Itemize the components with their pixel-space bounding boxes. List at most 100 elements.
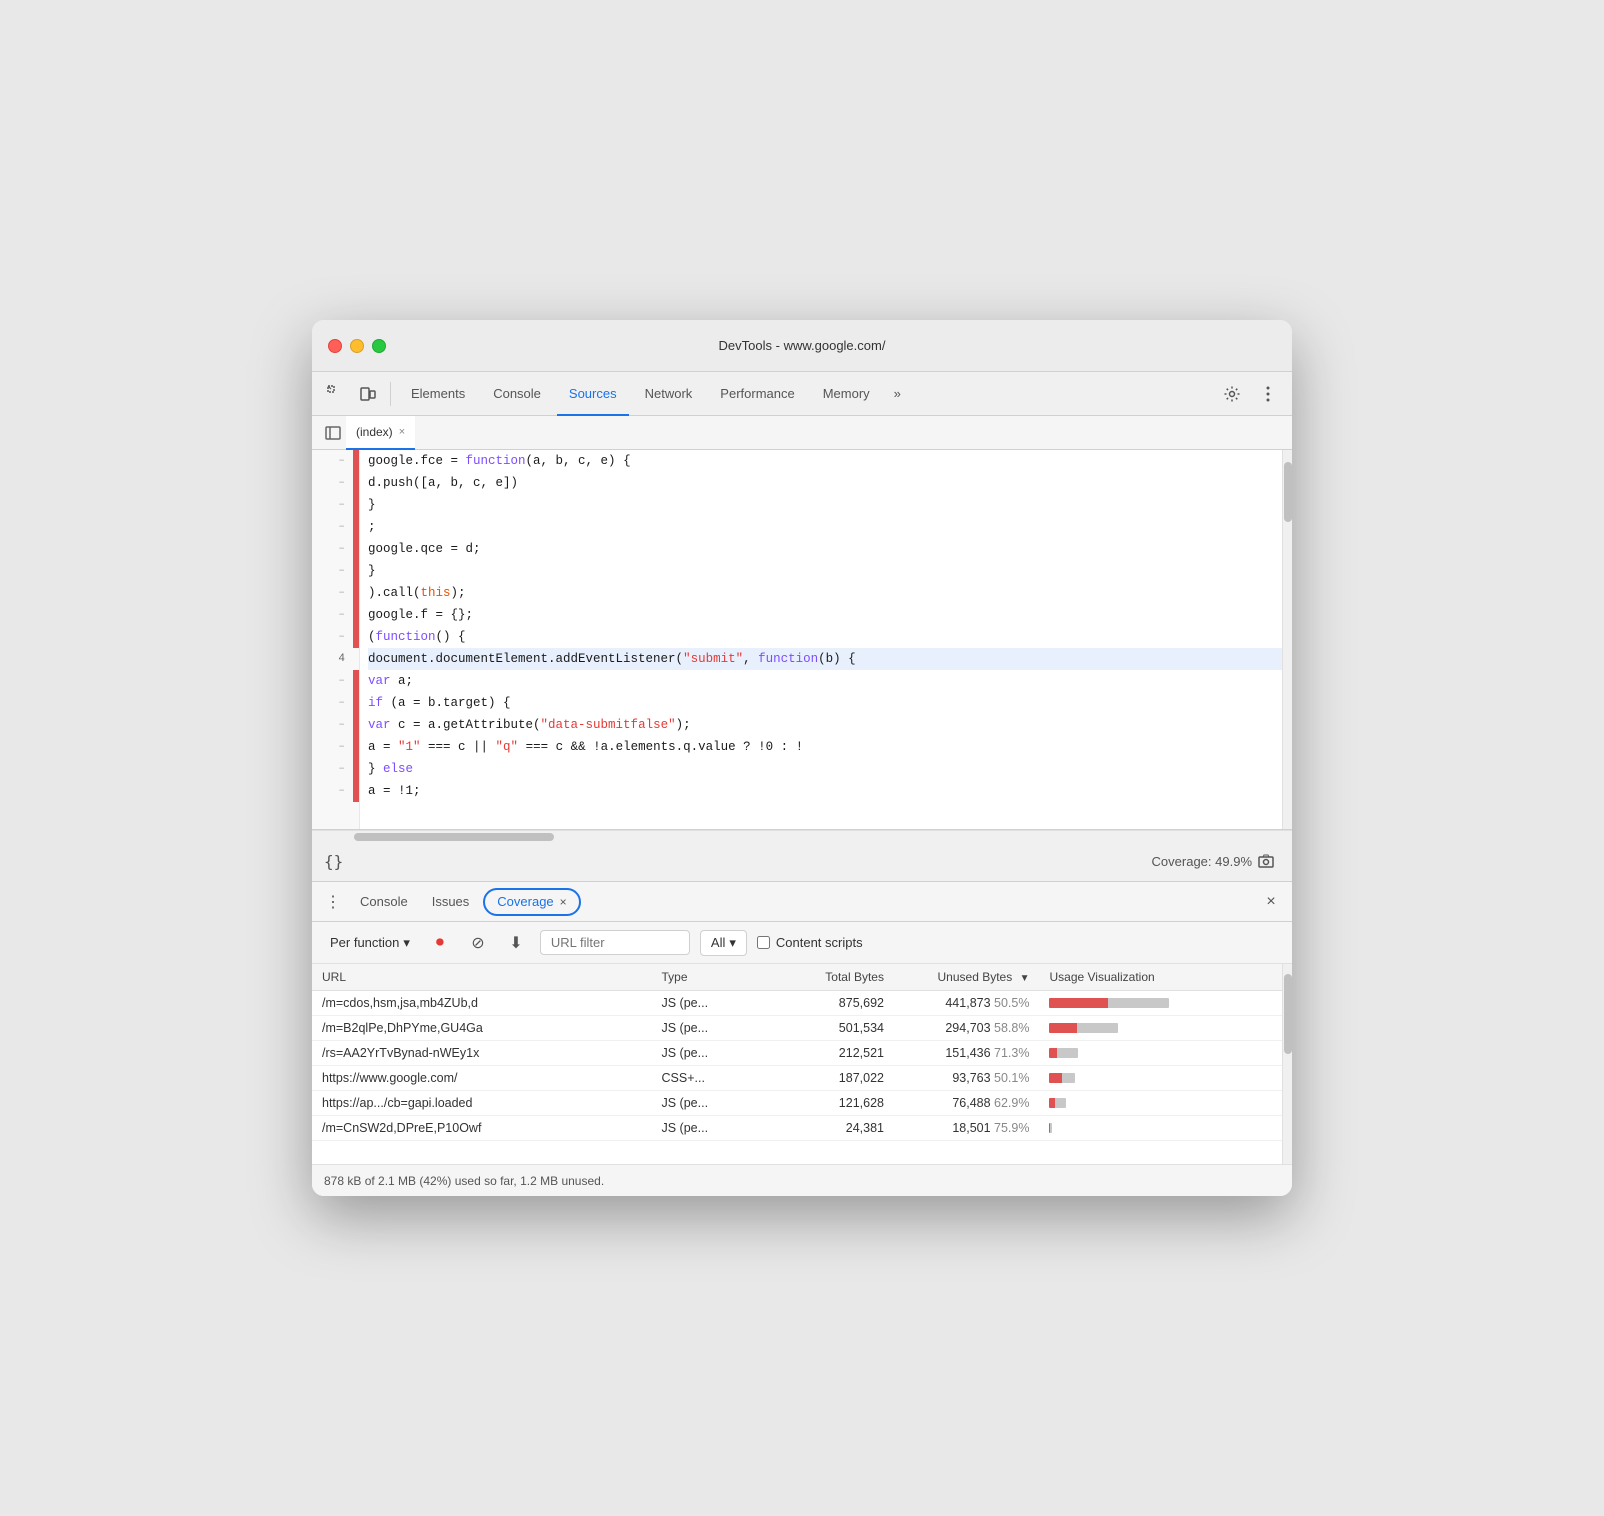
cell-total-bytes: 875,692 <box>768 991 894 1016</box>
code-line-16: a = !1; <box>368 780 1282 802</box>
cell-unused-bytes: 76,488 62.9% <box>894 1091 1040 1116</box>
table-scrollbar[interactable] <box>1282 964 1292 1164</box>
bottom-tabs-bar: ⋮ Console Issues Coverage × × <box>312 882 1292 922</box>
minimize-traffic-light[interactable] <box>350 339 364 353</box>
bottom-tab-coverage[interactable]: Coverage × <box>483 888 580 916</box>
cell-total-bytes: 24,381 <box>768 1116 894 1141</box>
table-row[interactable]: /m=B2qlPe,DhPYme,GU4Ga JS (pe... 501,534… <box>312 1016 1282 1041</box>
cell-type: CSS+... <box>652 1066 768 1091</box>
tab-sources[interactable]: Sources <box>557 372 629 416</box>
code-line-5: google.qce = d; <box>368 538 1282 560</box>
window-title: DevTools - www.google.com/ <box>719 338 886 353</box>
line-13: – <box>312 714 359 736</box>
table-row[interactable]: /rs=AA2YrTvBynad-nWEy1x JS (pe... 212,52… <box>312 1041 1282 1066</box>
inspect-mode-button[interactable] <box>322 380 350 408</box>
sort-arrow-icon: ▼ <box>1020 973 1030 984</box>
col-header-total-bytes[interactable]: Total Bytes <box>768 964 894 991</box>
coverage-table-container[interactable]: URL Type Total Bytes Unused Bytes <box>312 964 1282 1164</box>
sidebar-toggle-button[interactable] <box>320 420 346 446</box>
table-row[interactable]: /m=cdos,hsm,jsa,mb4ZUb,d JS (pe... 875,6… <box>312 991 1282 1016</box>
table-row[interactable]: https://ap.../cb=gapi.loaded JS (pe... 1… <box>312 1091 1282 1116</box>
bottom-panel: {} Coverage: 49.9% ⋮ Console Issues Cove… <box>312 842 1292 1196</box>
download-button[interactable]: ⬇ <box>502 929 530 957</box>
scrollbar-thumb[interactable] <box>1284 462 1292 522</box>
bottom-tab-console[interactable]: Console <box>350 882 418 922</box>
line-16: – <box>312 780 359 802</box>
file-tabs-bar: (index) × <box>312 416 1292 450</box>
table-row[interactable]: https://www.google.com/ CSS+... 187,022 … <box>312 1066 1282 1091</box>
record-button[interactable]: ⏺ <box>426 929 454 957</box>
col-header-usage-viz[interactable]: Usage Visualization <box>1039 964 1282 991</box>
col-header-unused-bytes[interactable]: Unused Bytes ▼ <box>894 964 1040 991</box>
col-header-type[interactable]: Type <box>652 964 768 991</box>
code-line-7: ).call(this); <box>368 582 1282 604</box>
bottom-tab-menu-dots[interactable]: ⋮ <box>320 889 346 915</box>
per-function-chevron: ▾ <box>403 935 410 951</box>
tab-elements[interactable]: Elements <box>399 372 477 416</box>
cell-url: /rs=AA2YrTvBynad-nWEy1x <box>312 1041 652 1066</box>
coverage-percentage: Coverage: 49.9% <box>1152 854 1252 869</box>
h-scrollbar-thumb[interactable] <box>354 833 554 841</box>
status-bar: 878 kB of 2.1 MB (42%) used so far, 1.2 … <box>312 1164 1292 1196</box>
close-traffic-light[interactable] <box>328 339 342 353</box>
tab-network[interactable]: Network <box>633 372 705 416</box>
devtools-window: DevTools - www.google.com/ Elements Cons… <box>312 320 1292 1196</box>
line-9: – <box>312 626 359 648</box>
traffic-lights <box>328 339 386 353</box>
per-function-dropdown[interactable]: Per function ▾ <box>324 931 416 955</box>
cell-usage-viz <box>1039 1066 1282 1091</box>
tab-console[interactable]: Console <box>481 372 553 416</box>
cell-type: JS (pe... <box>652 1091 768 1116</box>
title-bar: DevTools - www.google.com/ <box>312 320 1292 372</box>
clear-button[interactable]: ⊘ <box>464 929 492 957</box>
tab-performance[interactable]: Performance <box>708 372 806 416</box>
bottom-panel-close[interactable]: × <box>1258 889 1284 915</box>
line-11: – <box>312 670 359 692</box>
line-7: – <box>312 582 359 604</box>
format-icon[interactable]: {} <box>324 852 343 871</box>
content-scripts-label[interactable]: Content scripts <box>757 935 863 950</box>
cell-total-bytes: 501,534 <box>768 1016 894 1041</box>
settings-button[interactable] <box>1218 380 1246 408</box>
cell-type: JS (pe... <box>652 1041 768 1066</box>
line-4: – <box>312 516 359 538</box>
cell-usage-viz <box>1039 1016 1282 1041</box>
table-scroll-wrap: URL Type Total Bytes Unused Bytes <box>312 964 1292 1164</box>
cell-type: JS (pe... <box>652 1116 768 1141</box>
tab-memory[interactable]: Memory <box>811 372 882 416</box>
table-row[interactable]: /m=CnSW2d,DPreE,P10Owf JS (pe... 24,381 … <box>312 1116 1282 1141</box>
bottom-tab-issues[interactable]: Issues <box>422 882 480 922</box>
tab-more-button[interactable]: » <box>886 386 909 401</box>
main-toolbar: Elements Console Sources Network Perform… <box>312 372 1292 416</box>
table-scrollbar-thumb[interactable] <box>1284 974 1292 1054</box>
vertical-scrollbar[interactable] <box>1282 450 1292 829</box>
toolbar-divider <box>390 382 391 406</box>
bottom-toolbar: {} Coverage: 49.9% <box>312 842 1292 882</box>
status-text: 878 kB of 2.1 MB (42%) used so far, 1.2 … <box>324 1174 604 1188</box>
url-filter-input[interactable] <box>540 930 690 955</box>
code-line-9: (function() { <box>368 626 1282 648</box>
more-options-button[interactable] <box>1254 380 1282 408</box>
line-5: – <box>312 538 359 560</box>
cell-usage-viz <box>1039 1041 1282 1066</box>
horizontal-scrollbar[interactable] <box>312 830 1292 842</box>
cell-url: https://ap.../cb=gapi.loaded <box>312 1091 652 1116</box>
content-scripts-checkbox[interactable] <box>757 936 770 949</box>
line-15: – <box>312 758 359 780</box>
coverage-tab-close[interactable]: × <box>560 895 567 909</box>
col-header-url[interactable]: URL <box>312 964 652 991</box>
cell-unused-bytes: 93,763 50.1% <box>894 1066 1040 1091</box>
file-tab-index[interactable]: (index) × <box>346 416 415 450</box>
cell-url: /m=CnSW2d,DPreE,P10Owf <box>312 1116 652 1141</box>
line-gutter: – – – – – – – – – 4 – – – – – – <box>312 450 360 829</box>
device-toggle-button[interactable] <box>354 380 382 408</box>
zoom-traffic-light[interactable] <box>372 339 386 353</box>
code-line-14: a = "1" === c || "q" === c && !a.element… <box>368 736 1282 758</box>
cell-unused-bytes: 18,501 75.9% <box>894 1116 1040 1141</box>
code-line-15: } else <box>368 758 1282 780</box>
code-line-11: var a; <box>368 670 1282 692</box>
screenshot-button[interactable] <box>1252 848 1280 876</box>
all-chevron-icon: ▾ <box>729 935 736 951</box>
file-tab-close[interactable]: × <box>399 426 405 438</box>
all-filter-dropdown[interactable]: All ▾ <box>700 930 747 956</box>
